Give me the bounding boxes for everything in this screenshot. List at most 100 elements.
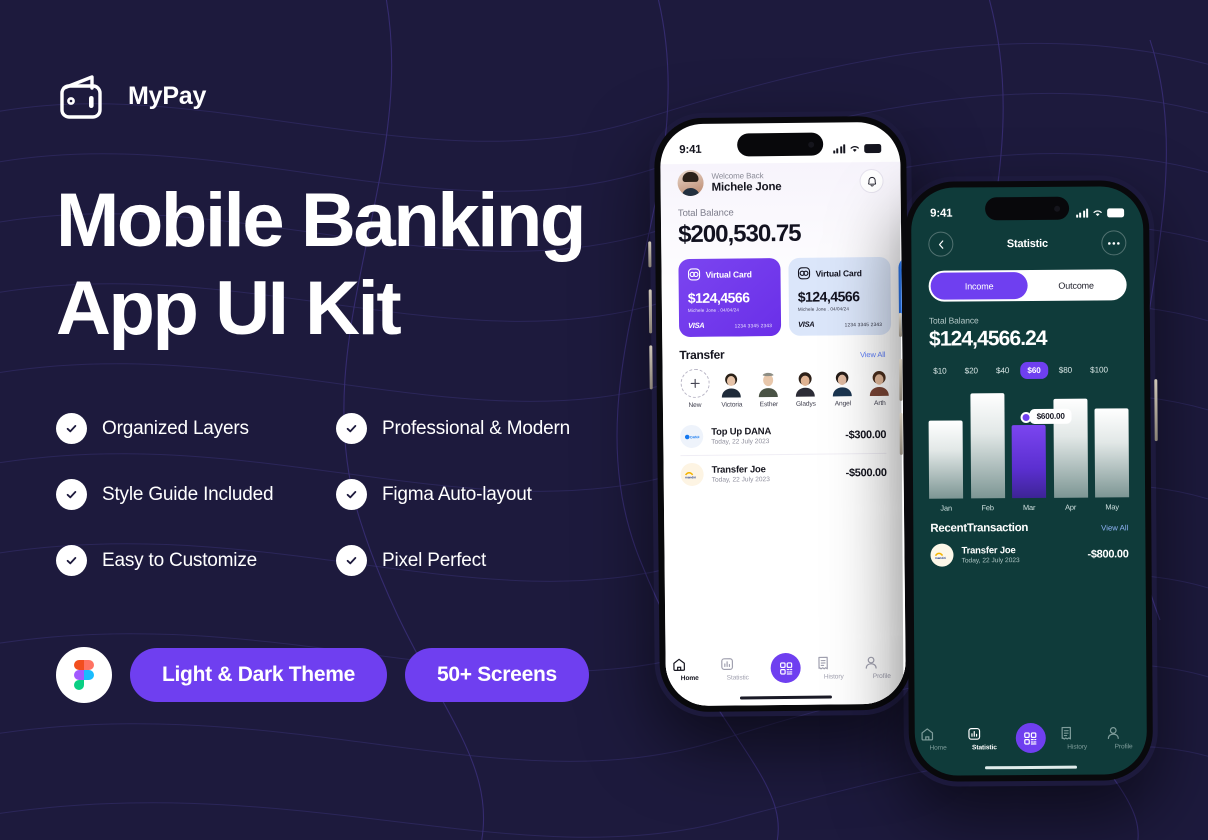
check-icon (56, 413, 87, 445)
phone-button-mute[interactable] (898, 312, 902, 337)
transaction-date: Today, 22 July 2023 (961, 557, 1020, 565)
nav-item-history[interactable]: History (816, 655, 852, 680)
greeting-label: Welcome Back (711, 171, 764, 181)
phone-button-volume-up[interactable] (899, 358, 903, 401)
amount-chip[interactable]: $100 (1083, 361, 1115, 378)
transaction-info: Transfer Joe Today, 22 July 2023 (712, 463, 846, 484)
svg-text:mandiri: mandiri (685, 475, 696, 479)
contact-name: New (688, 401, 702, 409)
check-icon (56, 479, 87, 511)
qr-icon (770, 652, 801, 684)
chart-bar-group[interactable]: Feb (969, 393, 1005, 512)
check-icon (56, 545, 87, 577)
chart-bar[interactable] (928, 420, 964, 499)
card-brand-icon (687, 268, 701, 281)
contact-item[interactable]: Arth (864, 366, 895, 407)
badge-screens-count[interactable]: 50+ Screens (404, 648, 589, 703)
dana-logo-icon: DANA (680, 424, 704, 449)
transfer-title: Transfer (679, 347, 725, 363)
feature-label: Easy to Customize (102, 549, 257, 571)
phone-button-volume-down[interactable] (899, 412, 903, 455)
contact-item[interactable]: Angel (827, 367, 858, 407)
card-meta: Michele Jone . 04/04/24 (797, 306, 850, 312)
recent-view-all-link[interactable]: View All (1101, 523, 1128, 532)
virtual-cards-carousel[interactable]: Virtual Card $124,4566 Michele Jone . 04… (661, 247, 903, 338)
wifi-icon (849, 144, 860, 153)
income-outcome-toggle[interactable]: Income Outcome (928, 269, 1127, 302)
contact-avatar (790, 367, 821, 397)
page-title: Mobile Banking App UI Kit (56, 183, 676, 347)
transaction-row[interactable]: mandiri Transfer Joe Today, 22 July 2023… (680, 452, 887, 494)
wifi-icon (1092, 208, 1103, 217)
nav-item-profile[interactable]: Profile (1105, 725, 1141, 750)
feature-label: Professional & Modern (382, 417, 571, 439)
contact-item[interactable]: Victoria (716, 368, 747, 409)
amount-chip-row[interactable]: $10 $20 $40 $60 $80 $100 (912, 350, 1144, 380)
nav-item-qr-scan[interactable] (768, 652, 804, 684)
chart-bar-group[interactable]: Jan (928, 420, 964, 513)
chart-bar[interactable] (1094, 408, 1130, 498)
home-screen-body: Welcome Back Michele Jone Total Balance … (660, 161, 907, 707)
nav-item-statistic[interactable]: Statistic (720, 656, 756, 681)
transaction-amount: -$500.00 (845, 466, 887, 479)
home-icon (672, 657, 708, 672)
contact-item[interactable]: Esther (753, 367, 784, 408)
more-icon[interactable] (1101, 230, 1127, 256)
contact-new[interactable]: New (680, 368, 710, 409)
toggle-income[interactable]: Income (930, 272, 1028, 300)
check-icon (336, 545, 367, 577)
phone-mockup-statistic: 9:41 Statistic Income Outcome Total Bala… (898, 175, 1158, 787)
toggle-outcome[interactable]: Outcome (1028, 271, 1125, 299)
statistic-header: Statistic (911, 226, 1143, 257)
balance-label: Total Balance (677, 207, 734, 220)
transfer-view-all-link[interactable]: View All (860, 350, 885, 359)
nav-label: Profile (872, 672, 891, 680)
status-icons (833, 143, 882, 153)
brand-name: MyPay (128, 81, 207, 110)
nav-item-statistic[interactable]: Statistic (966, 726, 1002, 751)
chart-x-tick: Apr (1065, 502, 1077, 512)
chart-bar-highlighted[interactable] (1011, 424, 1047, 499)
amount-chip[interactable]: $20 (958, 362, 985, 379)
nav-item-home[interactable]: Home (672, 657, 708, 682)
chart-tooltip: $600.00 (1029, 408, 1072, 424)
balance-block: Total Balance $200,530.75 (661, 194, 902, 250)
nav-item-home[interactable]: Home (920, 727, 956, 752)
contact-item[interactable]: Gladys (790, 367, 821, 408)
contact-avatar (753, 367, 784, 398)
chart-bar-group[interactable]: May (1094, 408, 1130, 511)
amount-chip-selected[interactable]: $60 (1020, 361, 1048, 380)
nav-item-history[interactable]: History (1059, 726, 1095, 751)
chevron-left-icon[interactable] (928, 231, 954, 257)
virtual-card[interactable]: Virtual Card $124,4566 Michele Jone . 04… (678, 258, 782, 338)
feature-item: Easy to Customize (56, 545, 336, 577)
chart-bar-group[interactable]: Mar (1011, 424, 1047, 512)
status-icons (1075, 207, 1125, 218)
virtual-card[interactable]: Virtual Card $124,4566 Michele Jone . 04… (788, 256, 892, 336)
bell-icon[interactable] (859, 168, 884, 194)
avatar[interactable] (677, 169, 704, 197)
contact-avatar (716, 368, 747, 398)
dynamic-island (985, 196, 1070, 221)
statistic-screen-body: Statistic Income Outcome Total Balance $… (911, 226, 1147, 776)
nav-item-qr-scan[interactable] (1013, 722, 1049, 754)
card-footer: VISA 1234 3345 2343 (798, 319, 882, 329)
card-header: Virtual Card (687, 267, 771, 281)
chart-icon (720, 656, 756, 671)
nav-item-profile[interactable]: Profile (864, 655, 900, 680)
contacts-row[interactable]: New Victoria Esther Gladys Angel Arth (662, 360, 902, 410)
chart-bar[interactable] (969, 393, 1005, 499)
amount-chip[interactable]: $10 (926, 363, 953, 380)
card-label: Virtual Card (815, 267, 862, 279)
amount-chip[interactable]: $40 (989, 362, 1016, 379)
transaction-row[interactable]: DANA Top Up DANA Today, 22 July 2023 -$3… (680, 416, 886, 455)
transaction-row[interactable]: mandiri Transfer Joe Today, 22 July 2023… (913, 533, 1145, 567)
phone-button-power[interactable] (1154, 379, 1158, 442)
badge-light-dark-theme[interactable]: Light & Dark Theme (130, 648, 387, 703)
promo-column: MyPay Mobile Banking App UI Kit Organize… (56, 72, 676, 704)
status-time: 9:41 (930, 207, 953, 220)
transfer-section-header: Transfer View All (662, 335, 902, 363)
balance-label: Total Balance (928, 315, 979, 326)
svg-text:DANA: DANA (690, 435, 699, 439)
amount-chip[interactable]: $80 (1052, 362, 1079, 379)
